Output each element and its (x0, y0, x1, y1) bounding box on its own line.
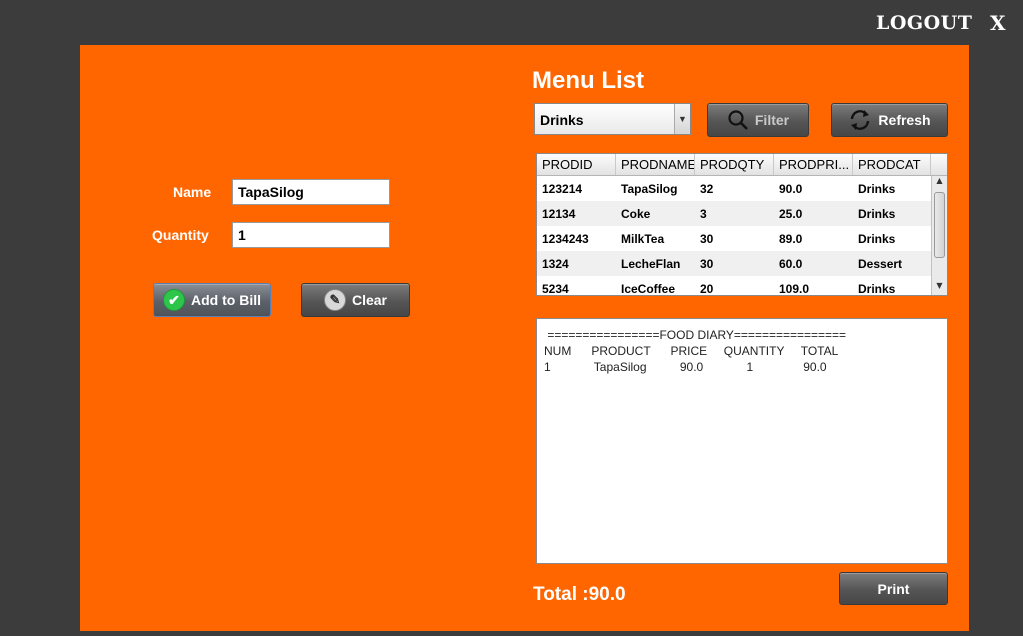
table-cell: Drinks (858, 281, 896, 296)
table-cell: 25.0 (779, 206, 803, 221)
clear-button[interactable]: ✎ Clear (301, 283, 410, 317)
table-row[interactable]: 1234243 MilkTea 30 89.0 Drinks (537, 226, 947, 251)
table-cell: 1324 (542, 256, 569, 271)
menu-title: Menu List (532, 67, 644, 94)
column-header[interactable]: PRODNAME (616, 154, 695, 175)
table-cell: 30 (700, 256, 714, 271)
table-body: 123214 TapaSilog 32 90.0 Drinks 12134 Co… (537, 176, 947, 296)
name-label: Name (173, 184, 212, 200)
quantity-label: Quantity (152, 227, 209, 243)
table-cell: IceCoffee (621, 281, 676, 296)
print-label: Print (877, 580, 910, 597)
column-header[interactable]: PRODQTY (695, 154, 774, 175)
close-button[interactable]: X (990, 11, 1006, 35)
table-cell: 5234 (542, 281, 569, 296)
column-header[interactable]: PRODCAT (853, 154, 931, 175)
print-button[interactable]: Print (839, 572, 948, 605)
total-label: Total :90.0 (533, 584, 626, 605)
refresh-icon (851, 110, 870, 130)
scrollbar-thumb[interactable] (934, 192, 945, 258)
table-row[interactable]: 5234 IceCoffee 20 109.0 Drinks (537, 276, 947, 296)
table-row[interactable]: 1324 LecheFlan 30 60.0 Dessert (537, 251, 947, 276)
search-icon (728, 110, 748, 130)
table-cell: 109.0 (779, 281, 810, 296)
table-cell: Drinks (858, 206, 896, 221)
dropdown-arrow-icon[interactable]: ▼ (674, 104, 690, 134)
clear-label: Clear (351, 292, 388, 308)
table-cell: Drinks (858, 231, 896, 246)
table-cell: 1234243 (542, 231, 589, 246)
bill-textarea[interactable]: ================FOOD DIARY==============… (536, 318, 948, 564)
table-row[interactable]: 123214 TapaSilog 32 90.0 Drinks (537, 176, 947, 201)
table-cell: 32 (700, 181, 714, 196)
table-scrollbar[interactable]: ▲ ▼ (931, 176, 947, 295)
table-cell: 3 (700, 206, 707, 221)
table-cell: 60.0 (779, 256, 803, 271)
name-field[interactable]: TapaSilog (232, 179, 390, 205)
broom-icon: ✎ (323, 289, 346, 311)
scroll-down-icon[interactable]: ▼ (932, 281, 947, 295)
table-cell: Dessert (858, 256, 903, 271)
category-select[interactable]: Drinks ▼ (534, 103, 691, 135)
quantity-field[interactable]: 1 (232, 222, 390, 248)
table-cell: 20 (700, 281, 714, 296)
filter-button[interactable]: Filter (707, 103, 809, 137)
scroll-up-icon[interactable]: ▲ (932, 176, 947, 190)
table-cell: MilkTea (621, 231, 665, 246)
main-panel: Name TapaSilog Quantity 1 ✔ Add to Bill … (80, 45, 969, 631)
filter-label: Filter (754, 112, 790, 128)
table-cell: 89.0 (779, 231, 803, 246)
table-cell: 90.0 (779, 181, 803, 196)
table-cell: 12134 (542, 206, 576, 221)
refresh-label: Refresh (878, 112, 931, 128)
table-cell: 123214 (542, 181, 583, 196)
column-header[interactable]: PRODPRI... (774, 154, 853, 175)
logout-button[interactable]: LOGOUT (876, 12, 972, 34)
table-cell: 30 (700, 231, 714, 246)
column-header[interactable]: PRODID (537, 154, 616, 175)
product-table[interactable]: PRODID PRODNAME PRODQTY PRODPRI... PRODC… (536, 153, 948, 296)
table-cell: TapaSilog (621, 181, 678, 196)
check-icon: ✔ (163, 289, 185, 311)
category-select-value: Drinks (540, 112, 584, 128)
add-to-bill-label: Add to Bill (191, 292, 261, 308)
add-to-bill-button[interactable]: ✔ Add to Bill (153, 283, 271, 317)
table-header: PRODID PRODNAME PRODQTY PRODPRI... PRODC… (537, 154, 947, 176)
table-cell: LecheFlan (621, 256, 681, 271)
table-row[interactable]: 12134 Coke 3 25.0 Drinks (537, 201, 947, 226)
table-cell: Drinks (858, 181, 896, 196)
refresh-button[interactable]: Refresh (831, 103, 948, 137)
table-cell: Coke (621, 206, 651, 221)
